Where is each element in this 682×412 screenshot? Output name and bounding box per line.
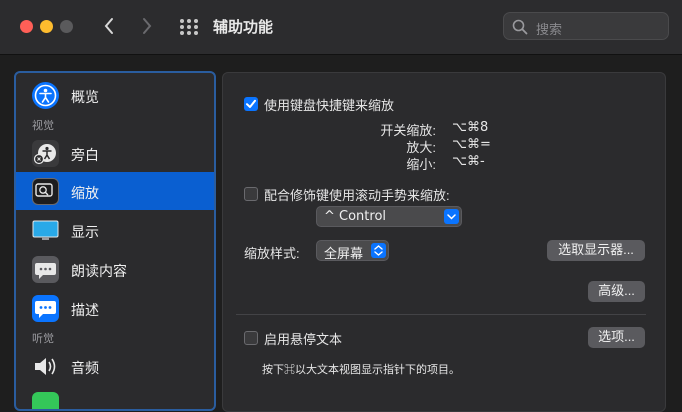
hover-text-hint: 按下⌘以大文本视图显示指针下的项目。 (262, 364, 460, 376)
sidebar-item-label: 旁白 (71, 147, 99, 163)
sidebar-item-descriptions[interactable]: 描述 (16, 289, 214, 327)
sidebar-item-label: 描述 (71, 302, 99, 318)
shortcut-keys: ⌥⌘= (452, 137, 491, 152)
sidebar-item-overview[interactable]: 概览 (16, 76, 214, 114)
up-down-chevron-icon (371, 243, 386, 258)
zoom-icon (32, 178, 59, 205)
section-label-hearing: 听觉 (32, 333, 54, 345)
chevron-down-icon (444, 209, 459, 224)
hover-text-options-button[interactable]: 选项... (588, 327, 645, 348)
zoom-window-button[interactable] (60, 20, 73, 33)
section-label-vision: 视觉 (32, 120, 54, 132)
zoom-style-popup[interactable]: 全屏幕 (316, 240, 389, 262)
shortcut-keys: ⌥⌘8 (452, 120, 489, 135)
sidebar-item-label: 音频 (71, 360, 99, 376)
title-bar: 辅助功能 搜索 (0, 0, 682, 55)
grid-icon (180, 19, 198, 35)
hover-text-checkbox[interactable] (244, 331, 258, 345)
sidebar-item-label: 概览 (71, 89, 99, 105)
divider (236, 314, 646, 315)
shortcut-keys: ⌥⌘- (452, 154, 485, 169)
search-placeholder: 搜索 (536, 22, 563, 37)
zoom-style-value: 全屏幕 (324, 247, 364, 262)
close-window-button[interactable] (20, 20, 33, 33)
sidebar-item-label: 显示 (71, 224, 99, 240)
modifier-key-value: ^ Control (324, 209, 387, 224)
sidebar-item-voiceover[interactable]: 旁白 (16, 134, 214, 172)
forward-button[interactable] (134, 13, 160, 39)
minimize-window-button[interactable] (40, 20, 53, 33)
sidebar: 概览 视觉 旁白 缩放 显示 朗读内容 描述 听觉 音频 (14, 71, 216, 411)
scroll-gesture-checkbox[interactable] (244, 187, 258, 201)
shortcut-label: 缩小: (406, 157, 436, 172)
zoom-style-label: 缩放样式: (244, 246, 300, 261)
accessibility-person-icon (32, 82, 59, 109)
sidebar-item-spoken-content[interactable]: 朗读内容 (16, 250, 214, 288)
search-field[interactable]: 搜索 (503, 12, 669, 40)
sidebar-item-partial[interactable] (16, 386, 214, 409)
speaker-icon (32, 353, 59, 380)
choose-display-button[interactable]: 选取显示器... (547, 240, 645, 261)
voiceover-icon (32, 140, 59, 167)
search-icon (512, 19, 528, 35)
show-all-button[interactable] (176, 14, 202, 40)
hover-text-label: 启用悬停文本 (264, 332, 343, 347)
window-title: 辅助功能 (213, 19, 274, 36)
checkmark-icon (246, 99, 256, 108)
modifier-key-popup[interactable]: ^ Control (316, 206, 462, 227)
sidebar-item-display[interactable]: 显示 (16, 211, 214, 249)
chevron-right-icon (143, 18, 152, 34)
keyboard-shortcuts-label: 使用键盘快捷键来缩放 (264, 98, 395, 113)
app-icon (32, 392, 59, 409)
back-button[interactable] (96, 13, 122, 39)
sidebar-item-label: 缩放 (71, 185, 99, 201)
sidebar-item-zoom[interactable]: 缩放 (16, 172, 214, 210)
sidebar-item-label: 朗读内容 (71, 263, 127, 279)
scroll-gesture-label: 配合修饰键使用滚动手势来缩放: (264, 188, 450, 203)
display-icon (32, 217, 59, 244)
speech-bubble-icon (32, 256, 59, 283)
keyboard-shortcuts-checkbox[interactable] (244, 97, 258, 111)
sidebar-item-audio[interactable]: 音频 (16, 347, 214, 385)
descriptions-icon (32, 295, 59, 322)
chevron-left-icon (104, 18, 113, 34)
advanced-button[interactable]: 高级... (588, 281, 645, 302)
